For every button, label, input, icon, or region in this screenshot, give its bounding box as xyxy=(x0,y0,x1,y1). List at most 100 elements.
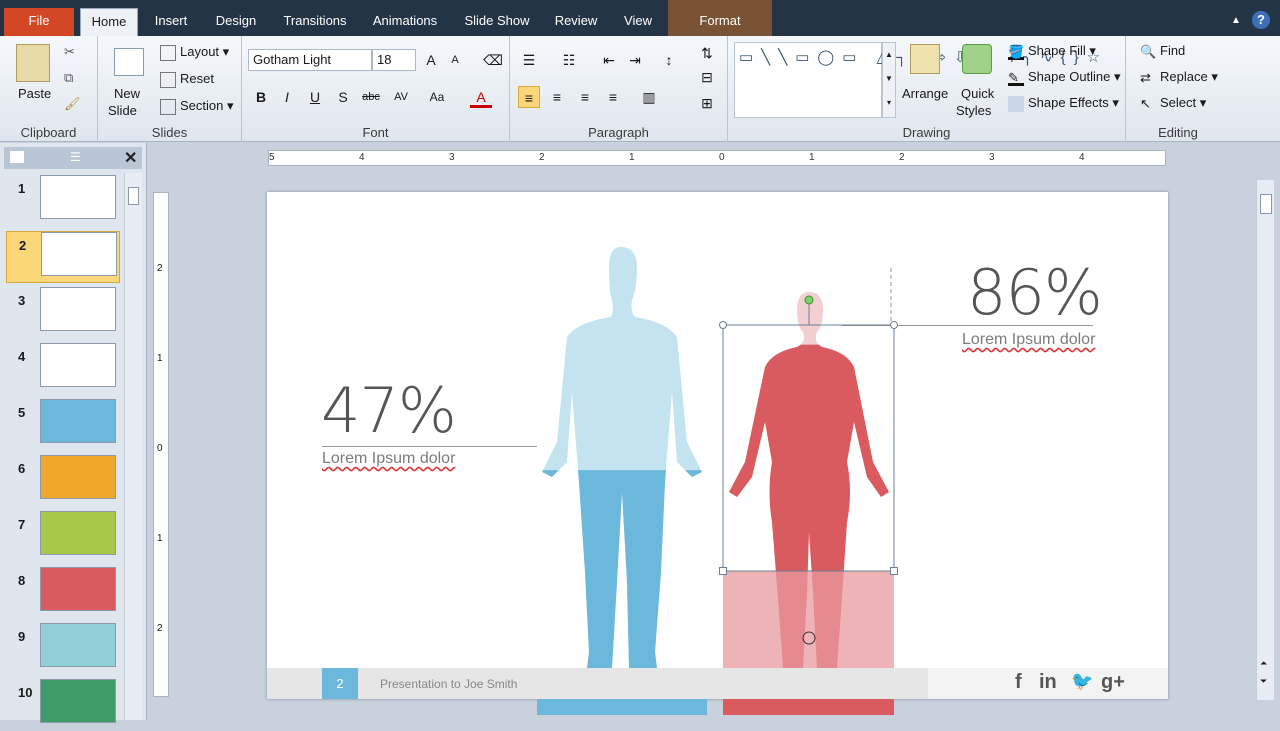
slide-thumbnail[interactable] xyxy=(40,623,116,667)
resize-handle-tr[interactable] xyxy=(890,321,898,329)
slide-thumbnail[interactable] xyxy=(40,175,116,219)
strikethrough-icon[interactable]: abc xyxy=(360,86,382,108)
text-direction-icon[interactable]: ⇅ xyxy=(696,42,718,64)
editor-scroll-thumb[interactable] xyxy=(1260,194,1272,214)
slide-thumbnail-row[interactable]: 9 xyxy=(0,623,124,675)
slide-thumbnail[interactable] xyxy=(40,679,116,723)
justify-icon[interactable]: ≡ xyxy=(602,86,624,108)
rotation-handle[interactable] xyxy=(804,295,814,305)
columns-icon[interactable]: ▥ xyxy=(638,86,660,108)
format-painter-icon[interactable]: 🖌 xyxy=(64,96,81,112)
paste-icon[interactable] xyxy=(16,44,50,82)
slide-thumbnail-row[interactable]: 7 xyxy=(0,511,124,563)
panel-scrollbar[interactable] xyxy=(124,173,142,720)
tab-review[interactable]: Review xyxy=(548,8,604,36)
panel-scroll-thumb[interactable] xyxy=(128,187,139,205)
shapes-gallery[interactable]: ▭╲╲▭◯▭ △┐┐⇨⇩◠ ⌇╮∿{}☆ xyxy=(734,42,1100,118)
bullets-icon[interactable]: ☰ xyxy=(518,49,540,71)
quick-styles-button-line2[interactable]: Styles xyxy=(956,103,991,118)
help-icon[interactable]: ? xyxy=(1252,11,1270,29)
underline-icon[interactable]: U xyxy=(304,86,326,108)
tab-home[interactable]: Home xyxy=(80,8,138,36)
slide-thumbnail[interactable] xyxy=(40,567,116,611)
font-color-icon[interactable]: A xyxy=(470,86,492,108)
linkedin-icon[interactable]: in xyxy=(1039,671,1057,694)
tab-file[interactable]: File xyxy=(4,8,74,36)
quick-styles-icon[interactable] xyxy=(962,44,992,74)
font-size-combo[interactable]: 18 xyxy=(372,49,416,71)
tab-view[interactable]: View xyxy=(616,8,660,36)
section-button[interactable]: Section ▾ xyxy=(160,98,234,115)
copy-icon[interactable]: ⧉ xyxy=(64,70,73,86)
tab-insert[interactable]: Insert xyxy=(145,8,197,36)
slide-canvas[interactable]: 47% Lorem Ipsum dolor 86% Lorem Ipsum do… xyxy=(267,192,1168,699)
resize-handle-tl[interactable] xyxy=(719,321,727,329)
find-button[interactable]: 🔍 Find xyxy=(1140,43,1185,60)
character-spacing-icon[interactable]: AV xyxy=(390,86,412,108)
tab-animations[interactable]: Animations xyxy=(366,8,444,36)
align-left-icon[interactable]: ≡ xyxy=(518,86,540,108)
clear-formatting-icon[interactable]: ⌫ xyxy=(482,49,504,71)
align-text-icon[interactable]: ⊟ xyxy=(696,66,718,88)
slide-thumbnail-row[interactable]: 5 xyxy=(0,399,124,451)
line-spacing-icon[interactable]: ↕ xyxy=(658,49,680,71)
grow-font-icon[interactable]: A xyxy=(420,49,442,71)
replace-button[interactable]: ⇄ Replace ▾ xyxy=(1140,69,1218,86)
resize-handle-ml[interactable] xyxy=(719,567,727,575)
new-slide-button-line2[interactable]: Slide xyxy=(108,103,137,118)
decrease-indent-icon[interactable]: ⇤ xyxy=(598,49,620,71)
align-right-icon[interactable]: ≡ xyxy=(574,86,596,108)
bold-icon[interactable]: B xyxy=(250,86,272,108)
resize-handle-mr[interactable] xyxy=(890,567,898,575)
slide-thumbnail-row[interactable]: 3 xyxy=(0,287,124,339)
editor-scrollbar[interactable]: ⏶ ⏷ xyxy=(1256,180,1274,700)
font-name-combo[interactable]: Gotham Light xyxy=(248,49,372,71)
increase-indent-icon[interactable]: ⇥ xyxy=(624,49,646,71)
slide-thumbnail[interactable] xyxy=(40,455,116,499)
slide-thumbnail-row[interactable]: 4 xyxy=(0,343,124,395)
tab-slide-show[interactable]: Slide Show xyxy=(457,8,537,36)
change-case-icon[interactable]: Aa xyxy=(426,86,448,108)
slide-thumbnail[interactable] xyxy=(41,232,117,276)
slide-thumbnail[interactable] xyxy=(40,287,116,331)
shape-outline-button[interactable]: ✎ Shape Outline ▾ xyxy=(1008,69,1121,86)
shapes-gallery-scroll[interactable]: ▲ ▼ ▾ xyxy=(882,42,896,118)
minimize-ribbon-icon[interactable]: ▲ xyxy=(1228,8,1244,36)
twitter-icon[interactable]: 🐦 xyxy=(1071,671,1093,692)
slide-thumbnail[interactable] xyxy=(40,343,116,387)
slide-thumbnail-row[interactable]: 6 xyxy=(0,455,124,507)
paste-button[interactable]: Paste xyxy=(18,86,51,101)
tab-design[interactable]: Design xyxy=(208,8,264,36)
shape-fill-button[interactable]: 🪣 Shape Fill ▾ xyxy=(1008,43,1096,60)
outline-tab-icon[interactable]: ☰ xyxy=(70,150,81,164)
arrange-icon[interactable] xyxy=(910,44,940,74)
male-silhouette[interactable] xyxy=(537,242,707,678)
align-center-icon[interactable]: ≡ xyxy=(546,86,568,108)
shape-effects-button[interactable]: Shape Effects ▾ xyxy=(1008,95,1119,112)
slide-thumbnail-row[interactable]: 1 xyxy=(0,175,124,227)
close-panel-icon[interactable]: ✕ xyxy=(124,148,137,168)
arrange-button[interactable]: Arrange xyxy=(902,86,948,101)
facebook-icon[interactable]: f xyxy=(1015,671,1022,694)
cut-icon[interactable]: ✂ xyxy=(64,44,75,60)
tab-transitions[interactable]: Transitions xyxy=(275,8,355,36)
new-slide-icon[interactable] xyxy=(114,48,144,76)
new-slide-button[interactable]: New xyxy=(114,86,140,101)
quick-styles-button[interactable]: Quick xyxy=(961,86,994,101)
tab-format[interactable]: Format xyxy=(668,0,772,36)
select-button[interactable]: ↖ Select ▾ xyxy=(1140,95,1206,112)
slide-thumbnail-row[interactable]: 10 xyxy=(0,679,124,731)
slide-thumbnail[interactable] xyxy=(40,511,116,555)
italic-icon[interactable]: I xyxy=(276,86,298,108)
slide-thumbnail-row[interactable]: 8 xyxy=(0,567,124,619)
numbering-icon[interactable]: ☷ xyxy=(558,49,580,71)
smartart-icon[interactable]: ⊞ xyxy=(696,92,718,114)
google-plus-icon[interactable]: g+ xyxy=(1101,671,1125,694)
layout-button[interactable]: Layout ▾ xyxy=(160,44,229,61)
shrink-font-icon[interactable]: A xyxy=(444,49,466,71)
reset-button[interactable]: Reset xyxy=(160,71,214,88)
slide-thumbnail[interactable] xyxy=(40,399,116,443)
next-slide-icon[interactable]: ⏷ xyxy=(1260,676,1267,687)
prev-slide-icon[interactable]: ⏶ xyxy=(1260,658,1267,669)
slides-tab-icon[interactable] xyxy=(10,151,24,163)
